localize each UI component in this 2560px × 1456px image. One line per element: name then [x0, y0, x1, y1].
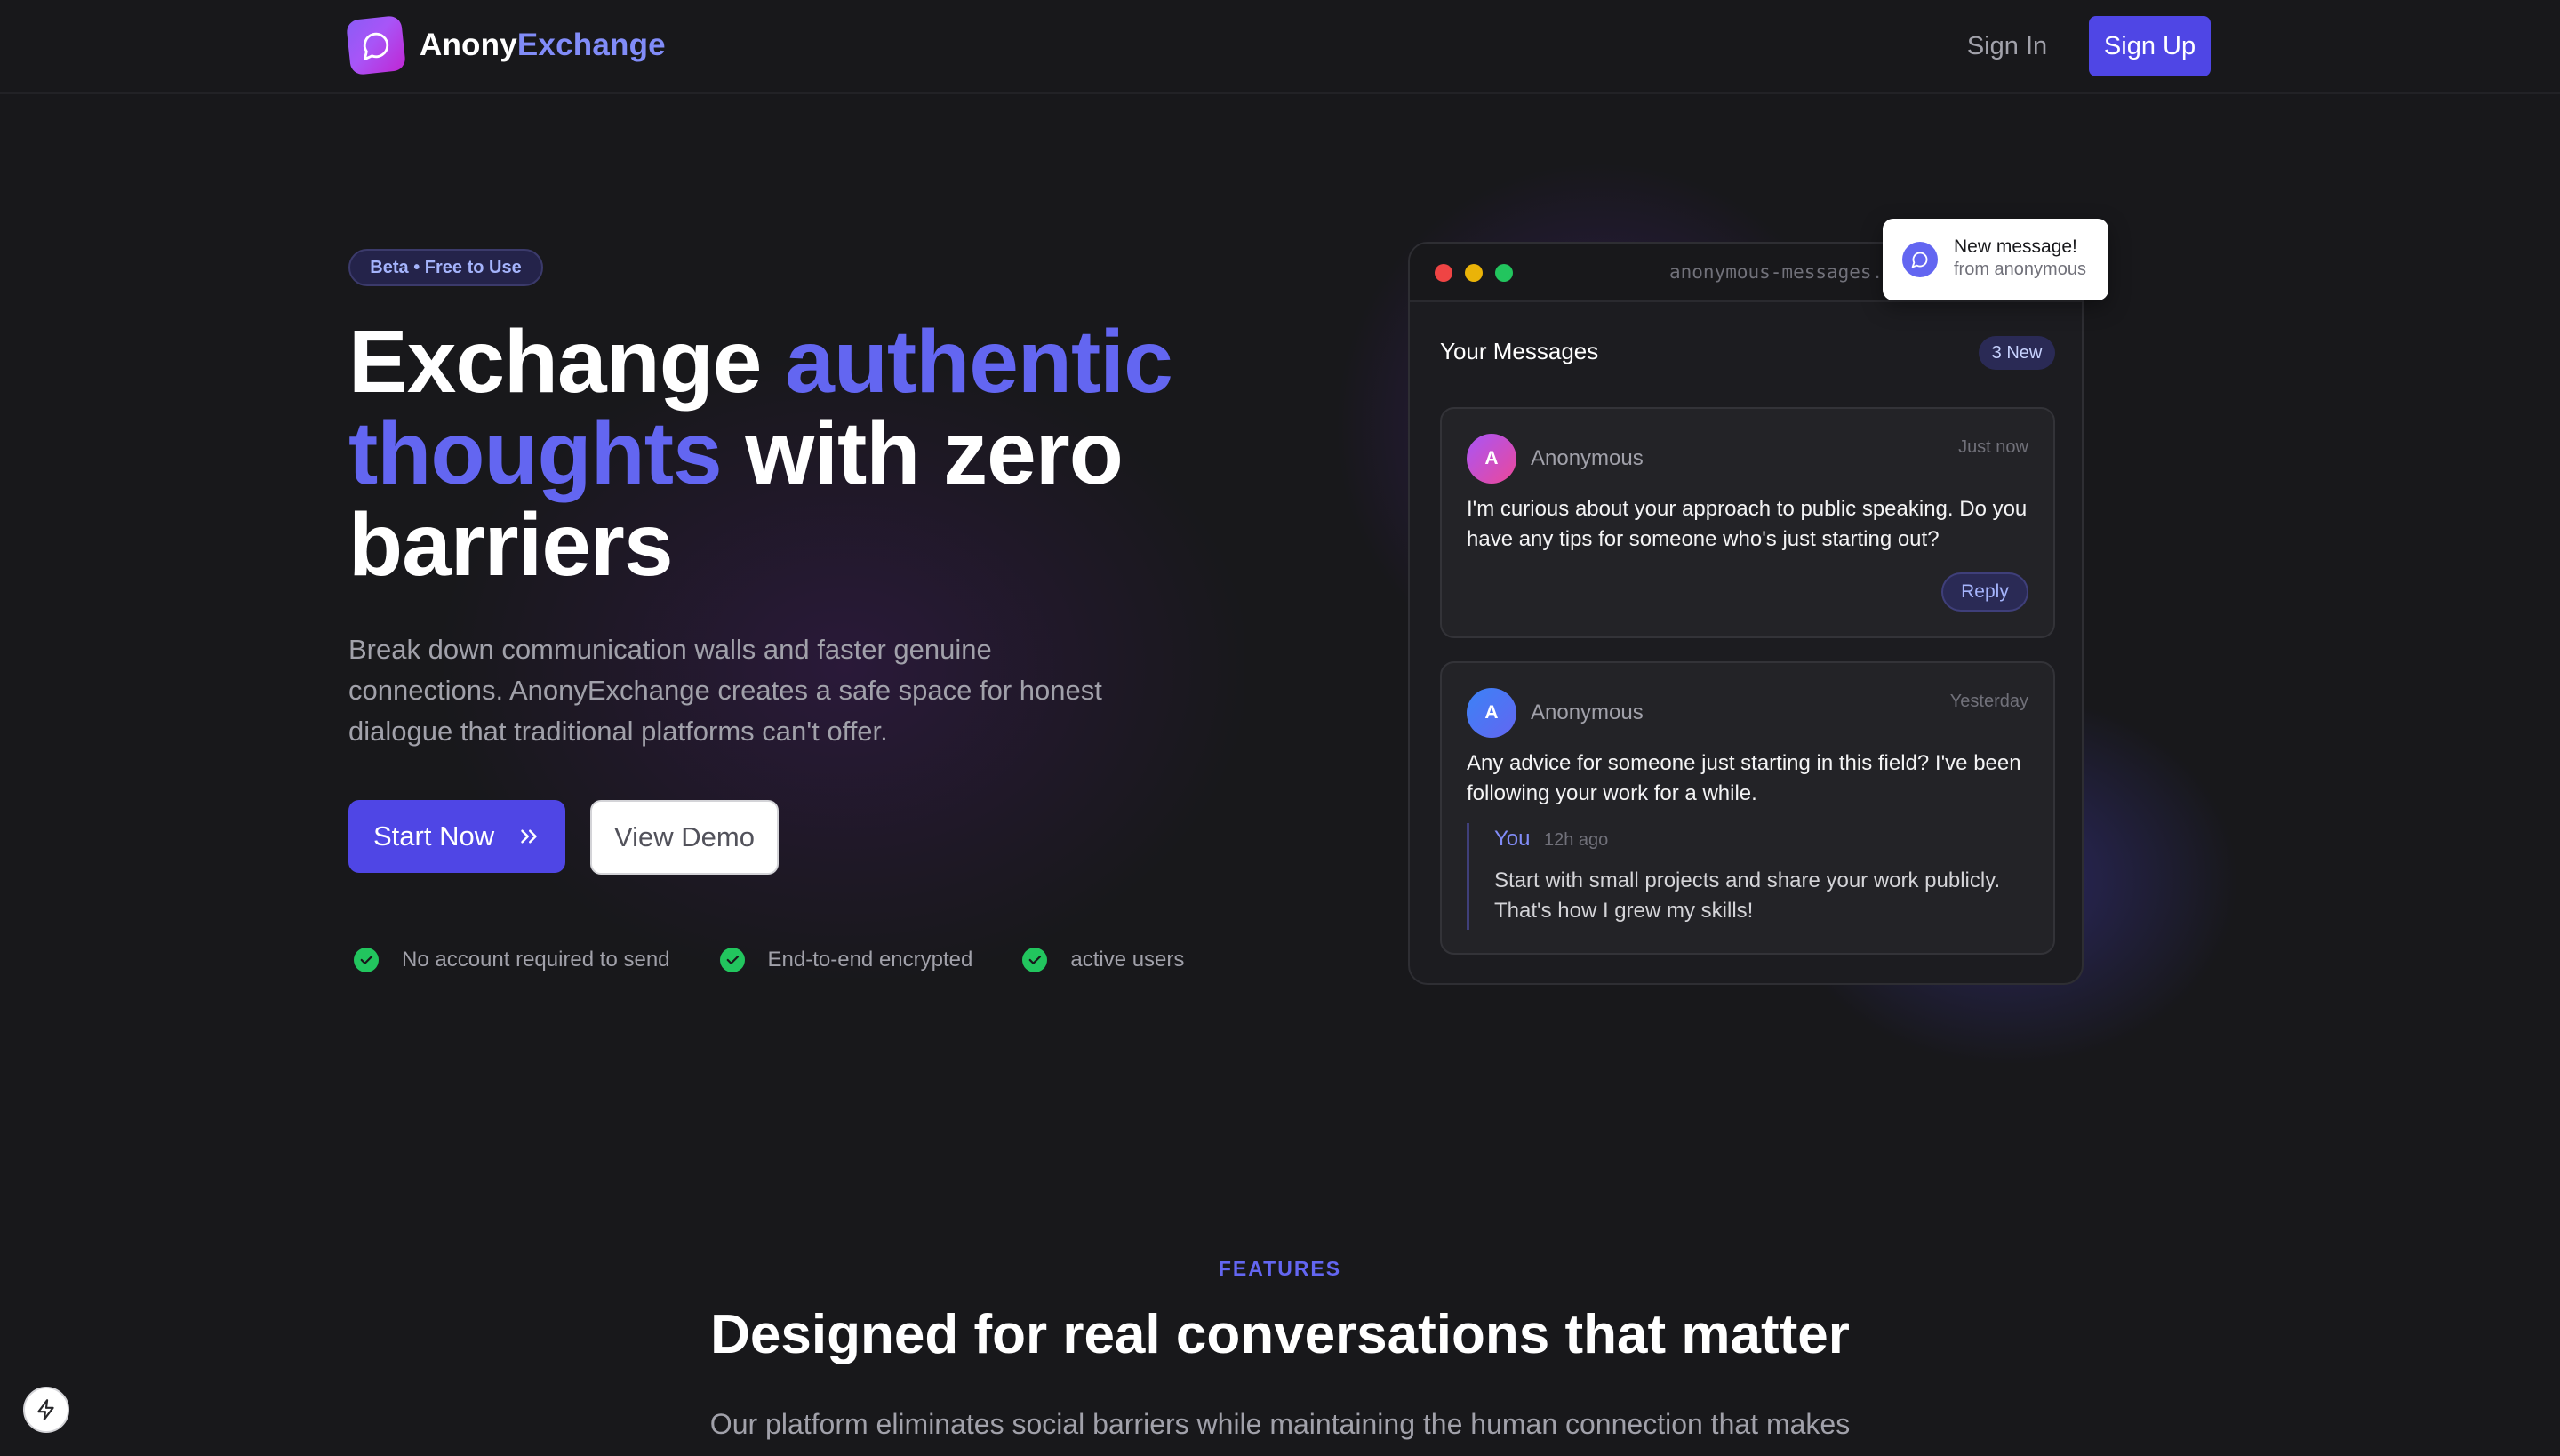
new-message-notification: New message! from anonymous — [1883, 219, 2108, 300]
headline-part1: Exchange — [348, 312, 786, 412]
reply-author: You — [1494, 827, 1531, 851]
message-time: Just now — [1958, 437, 2028, 457]
chat-bubble-icon — [1902, 242, 1938, 277]
check-item: active users — [1022, 948, 1184, 972]
check-circle-icon — [719, 948, 745, 972]
window-maximize-dot — [1495, 264, 1513, 282]
logo-text: AnonyExchange — [420, 28, 666, 63]
check-item-label: No account required to send — [402, 948, 670, 972]
reply-button[interactable]: Reply — [1941, 572, 2028, 612]
message-card: A Anonymous Yesterday Any advice for som… — [1440, 661, 2055, 955]
sign-in-link[interactable]: Sign In — [1961, 16, 2053, 76]
message-time: Yesterday — [1949, 692, 2028, 711]
view-demo-button[interactable]: View Demo — [590, 800, 779, 875]
notification-subtitle: from anonymous — [1954, 260, 2086, 279]
check-item: No account required to send — [354, 948, 670, 972]
messages-title: Your Messages — [1440, 338, 1599, 364]
hero-headline: Exchange authentic thoughts with zero ba… — [348, 316, 1237, 591]
check-item-label: active users — [1070, 948, 1185, 972]
reply-thread: You 12h ago Start with small projects an… — [1467, 823, 2032, 930]
message-body: I'm curious about your approach to publi… — [1467, 497, 2028, 551]
window-close-dot — [1435, 264, 1452, 282]
message-sender: Anonymous — [1531, 700, 1644, 724]
message-sender: Anonymous — [1531, 446, 1644, 470]
start-now-label: Start Now — [373, 820, 495, 852]
features-subtitle: Our platform eliminates social barriers … — [709, 1408, 1851, 1440]
window-minimize-dot — [1465, 264, 1483, 282]
features-title: Designed for real conversations that mat… — [710, 1304, 1850, 1365]
avatar: A — [1467, 688, 1516, 738]
hero-subtext: Break down communication walls and faste… — [348, 634, 1102, 747]
logo-text-part1: Anony — [420, 28, 517, 62]
chat-bubble-icon — [345, 14, 407, 76]
notification-title: New message! — [1954, 236, 2077, 257]
window-url: anonymous-messages.app — [1669, 261, 1917, 283]
mock-app-window: anonymous-messages.app Your Messages 3 N… — [1408, 242, 2084, 985]
avatar: A — [1467, 434, 1516, 484]
message-card: A Anonymous Just now I'm curious about y… — [1440, 407, 2055, 638]
start-now-button[interactable]: Start Now — [348, 800, 565, 873]
message-body: Any advice for someone just starting in … — [1467, 751, 2021, 805]
check-item-label: End-to-end encrypted — [767, 948, 973, 972]
check-circle-icon — [354, 948, 379, 972]
logo[interactable]: AnonyExchange — [345, 14, 666, 76]
top-nav: AnonyExchange Sign In Sign Up — [0, 0, 2560, 94]
reply-time: 12h ago — [1544, 830, 1609, 850]
logo-text-part2: Exchange — [516, 28, 666, 62]
feature-checks: No account required to send End-to-end e… — [354, 948, 1234, 972]
check-item: End-to-end encrypted — [719, 948, 973, 972]
check-circle-icon — [1022, 948, 1048, 972]
chevrons-right-icon — [516, 823, 542, 857]
new-count-badge: 3 New — [1979, 336, 2055, 370]
reply-body: Start with small projects and share your… — [1494, 868, 2001, 923]
bolt-icon[interactable] — [23, 1387, 69, 1433]
features-label: FEATURES — [1218, 1257, 1342, 1280]
sign-up-button[interactable]: Sign Up — [2089, 16, 2211, 76]
beta-badge: Beta • Free to Use — [348, 249, 543, 286]
